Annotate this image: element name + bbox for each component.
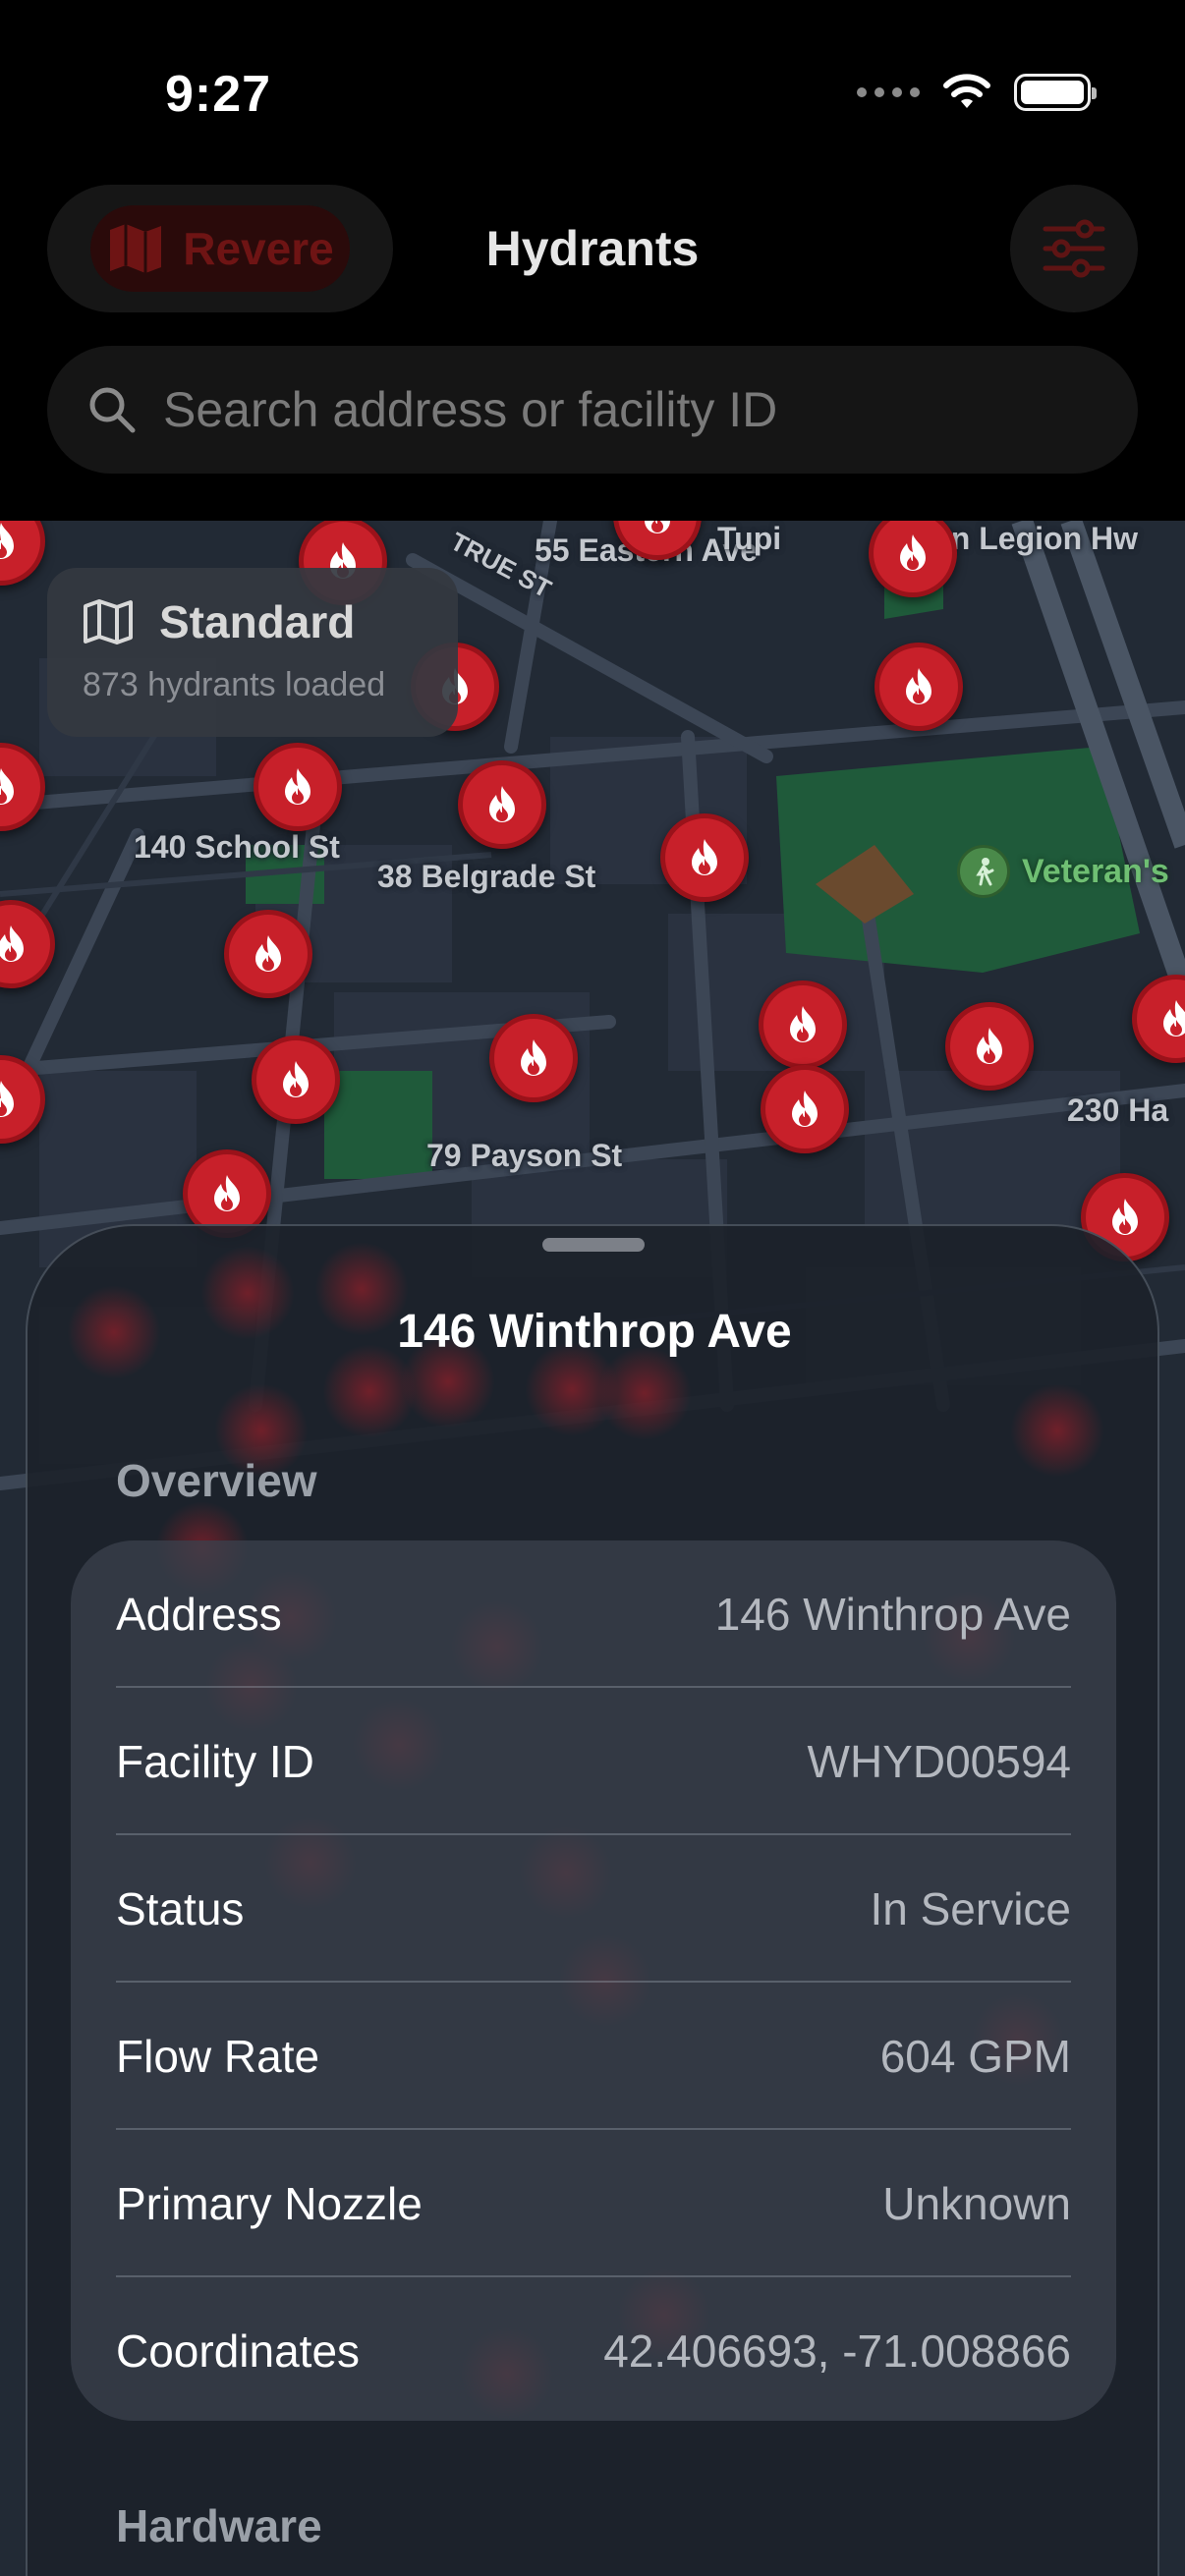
park-label: Veteran's [1022,852,1169,890]
flame-icon [285,768,310,805]
flame-icon [906,668,931,704]
flame-icon [0,523,14,559]
hydrant-pin[interactable] [489,1014,578,1102]
detail-label: Coordinates [116,2325,361,2377]
hydrant-pin[interactable] [759,980,847,1069]
hydrant-pin[interactable] [875,643,963,731]
flame-icon [283,1061,309,1097]
detail-label: Flow Rate [116,2031,320,2082]
flame-icon [1112,1199,1138,1235]
detail-value: Unknown [882,2178,1071,2229]
hydrant-pin[interactable] [945,1002,1034,1091]
flame-icon [900,534,926,571]
flame-icon [792,1091,818,1127]
street-label: Tupi [717,521,782,556]
status-time: 9:27 [165,66,272,123]
detail-row-primary-nozzle: Primary Nozzle Unknown [116,2130,1071,2277]
park-poi[interactable]: Veteran's [957,845,1169,898]
sliders-icon [1043,219,1105,278]
status-bar: 9:27 [0,0,1185,177]
detail-value: 604 GPM [879,2031,1071,2082]
street-label: 230 Ha [1067,1092,1169,1128]
nav-header: Revere Hydrants [0,177,1185,521]
search-icon [89,387,136,433]
map-layer-name: Standard [159,596,356,647]
flame-icon [790,1006,816,1042]
detail-row-flow-rate: Flow Rate 604 GPM [116,1983,1071,2130]
detail-row-facility-id: Facility ID WHYD00594 [116,1688,1071,1835]
detail-label: Status [116,1883,245,1934]
sheet-grabber[interactable] [542,1238,645,1252]
hydrant-count: 873 hydrants loaded [83,666,386,703]
flame-icon [255,935,281,972]
flame-icon [214,1175,240,1211]
street-label: 140 School St [134,829,340,865]
detail-row-status: Status In Service [116,1835,1071,1983]
hardware-header: Hardware [116,2500,322,2551]
page-title: Hydrants [485,221,700,276]
status-icons [857,73,1097,112]
hydrant-pin[interactable] [224,910,312,998]
detail-label: Primary Nozzle [116,2178,423,2229]
battery-icon [1014,74,1097,111]
flame-icon [521,1039,546,1076]
park-icon [957,845,1010,898]
hydrant-pin[interactable] [660,813,749,902]
map-layer-chip[interactable]: Standard 873 hydrants loaded [47,568,458,737]
detail-row-address: Address 146 Winthrop Ave [116,1540,1071,1688]
detail-value: 146 Winthrop Ave [714,1589,1071,1640]
flame-icon [0,768,14,805]
detail-value: WHYD00594 [807,1736,1071,1787]
hydrant-pin[interactable] [458,760,546,849]
overview-card: Address 146 Winthrop Ave Facility ID WHY… [71,1540,1116,2421]
flame-icon [489,786,515,822]
detail-row-coordinates: Coordinates 42.406693, -71.008866 [116,2277,1071,2425]
hydrant-pin[interactable] [761,1065,849,1153]
flame-icon [977,1028,1002,1064]
hydrant-pin[interactable] [252,1036,340,1124]
cellular-dots-icon [857,87,920,97]
sheet-title: 146 Winthrop Ave [397,1306,792,1358]
map-outline-icon [84,599,133,644]
detail-label: Facility ID [116,1736,314,1787]
overview-header: Overview [116,1455,317,1506]
hydrant-pin[interactable] [254,743,342,831]
search-bar[interactable] [47,346,1138,474]
detail-label: Address [116,1589,282,1640]
detail-value: 42.406693, -71.008866 [603,2325,1071,2377]
flame-icon [645,521,670,533]
wifi-icon [943,74,990,108]
search-input[interactable] [163,381,1047,438]
flame-icon [692,839,717,875]
street-label: an Legion Hw [933,521,1138,556]
hydrant-detail-sheet[interactable]: 146 Winthrop Ave Overview Address 146 Wi… [26,1224,1159,2576]
flame-icon [1163,1000,1185,1036]
street-label: 79 Payson St [426,1138,623,1173]
flame-icon [0,1081,14,1117]
flame-icon [0,925,24,962]
filter-button[interactable] [1010,185,1138,312]
detail-value: In Service [870,1883,1071,1934]
street-label: 38 Belgrade St [377,859,596,894]
